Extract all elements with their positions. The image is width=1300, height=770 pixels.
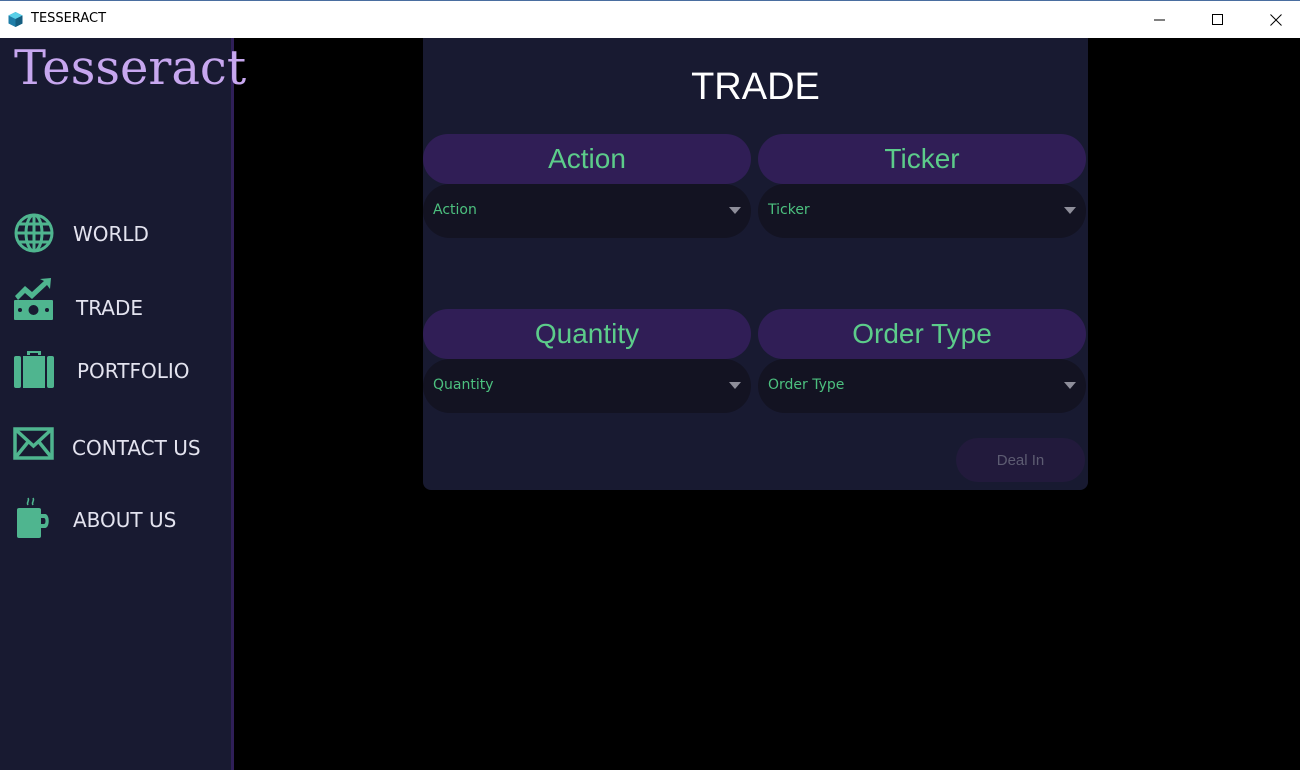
globe-icon [14, 213, 54, 253]
chevron-down-icon [729, 382, 741, 389]
minimize-icon [1154, 19, 1165, 20]
close-icon [1270, 13, 1282, 26]
quantity-select-value: Quantity [433, 377, 494, 393]
ticker-select[interactable]: Ticker [758, 184, 1086, 238]
coffee-cup-icon [17, 497, 49, 538]
trade-panel: TRADE Action Action Ticker Ticker Quanti… [423, 38, 1088, 490]
order-type-select[interactable]: Order Type [758, 359, 1086, 413]
action-select[interactable]: Action [423, 184, 751, 238]
action-header: Action [423, 134, 751, 184]
tesseract-app-icon [8, 12, 23, 27]
sidebar-item-label: TRADE [76, 296, 144, 320]
sidebar-item-trade[interactable]: TRADE [0, 278, 231, 328]
quantity-select[interactable]: Quantity [423, 359, 751, 413]
sidebar-item-contact-us[interactable]: CONTACT US [0, 423, 231, 473]
sidebar-item-label: PORTFOLIO [77, 359, 190, 383]
sidebar-item-label: ABOUT US [73, 508, 177, 532]
quantity-header: Quantity [423, 309, 751, 359]
app-logo: Tesseract [14, 40, 247, 96]
deal-in-button[interactable]: Deal In [956, 438, 1085, 482]
sidebar-item-label: WORLD [73, 222, 149, 246]
chevron-down-icon [1064, 382, 1076, 389]
window-title: TESSERACT [31, 11, 107, 26]
ticker-select-value: Ticker [768, 202, 810, 218]
chart-money-icon [14, 278, 53, 320]
sidebar-item-world[interactable]: WORLD [0, 210, 231, 260]
close-button[interactable] [1247, 1, 1300, 38]
briefcase-icon [14, 351, 54, 388]
order-type-select-value: Order Type [768, 377, 845, 393]
chevron-down-icon [729, 207, 741, 214]
chevron-down-icon [1064, 207, 1076, 214]
envelope-icon [13, 427, 54, 460]
sidebar: Tesseract WORLD TRADE PORTFOLIO CONTACT … [0, 38, 246, 770]
page-title: TRADE [691, 66, 820, 108]
sidebar-item-label: CONTACT US [72, 436, 201, 460]
order-type-header: Order Type [758, 309, 1086, 359]
window-titlebar: TESSERACT [0, 0, 1300, 38]
sidebar-item-portfolio[interactable]: PORTFOLIO [0, 348, 231, 398]
sidebar-item-about-us[interactable]: ABOUT US [0, 495, 231, 545]
minimize-button[interactable] [1131, 1, 1189, 38]
maximize-icon [1212, 13, 1223, 25]
ticker-header: Ticker [758, 134, 1086, 184]
maximize-button[interactable] [1189, 1, 1247, 38]
action-select-value: Action [433, 202, 477, 218]
